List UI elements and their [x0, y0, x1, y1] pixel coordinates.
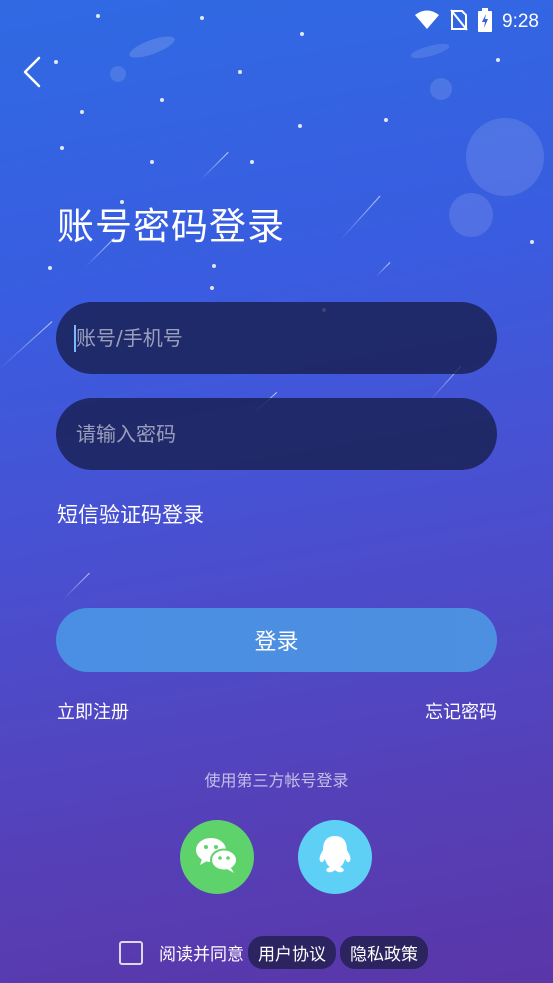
password-input[interactable] — [56, 398, 497, 470]
wechat-login-button[interactable] — [180, 820, 254, 894]
agreement-checkbox[interactable] — [119, 940, 143, 965]
sms-login-link[interactable]: 短信验证码登录 — [57, 499, 204, 529]
text-cursor — [74, 325, 76, 352]
back-button[interactable] — [14, 56, 50, 92]
third-party-login-label: 使用第三方帐号登录 — [204, 771, 349, 790]
qq-icon — [317, 834, 353, 880]
no-sim-icon — [450, 9, 468, 35]
privacy-policy-link[interactable]: 隐私政策 — [340, 936, 428, 969]
forgot-password-link[interactable]: 忘记密码 — [425, 698, 497, 724]
password-field[interactable] — [56, 398, 497, 470]
wechat-icon — [195, 836, 239, 878]
account-field[interactable] — [56, 302, 497, 374]
page-title: 账号密码登录 — [57, 205, 285, 248]
clock-time: 9:28 — [502, 11, 539, 32]
login-button[interactable]: 登录 — [56, 608, 497, 672]
register-link[interactable]: 立即注册 — [57, 698, 129, 724]
wifi-icon — [414, 10, 440, 34]
user-agreement-link[interactable]: 用户协议 — [248, 936, 336, 969]
starfield-background — [0, 0, 553, 983]
agreement-text: 阅读并同意 — [159, 945, 244, 965]
agreement-row: 阅读并同意 用户协议 隐私政策 — [119, 936, 428, 969]
battery-charging-icon — [478, 8, 493, 36]
chevron-left-icon — [22, 56, 42, 92]
qq-login-button[interactable] — [298, 820, 372, 894]
status-bar: 9:28 — [0, 0, 553, 40]
account-input[interactable] — [56, 302, 497, 374]
